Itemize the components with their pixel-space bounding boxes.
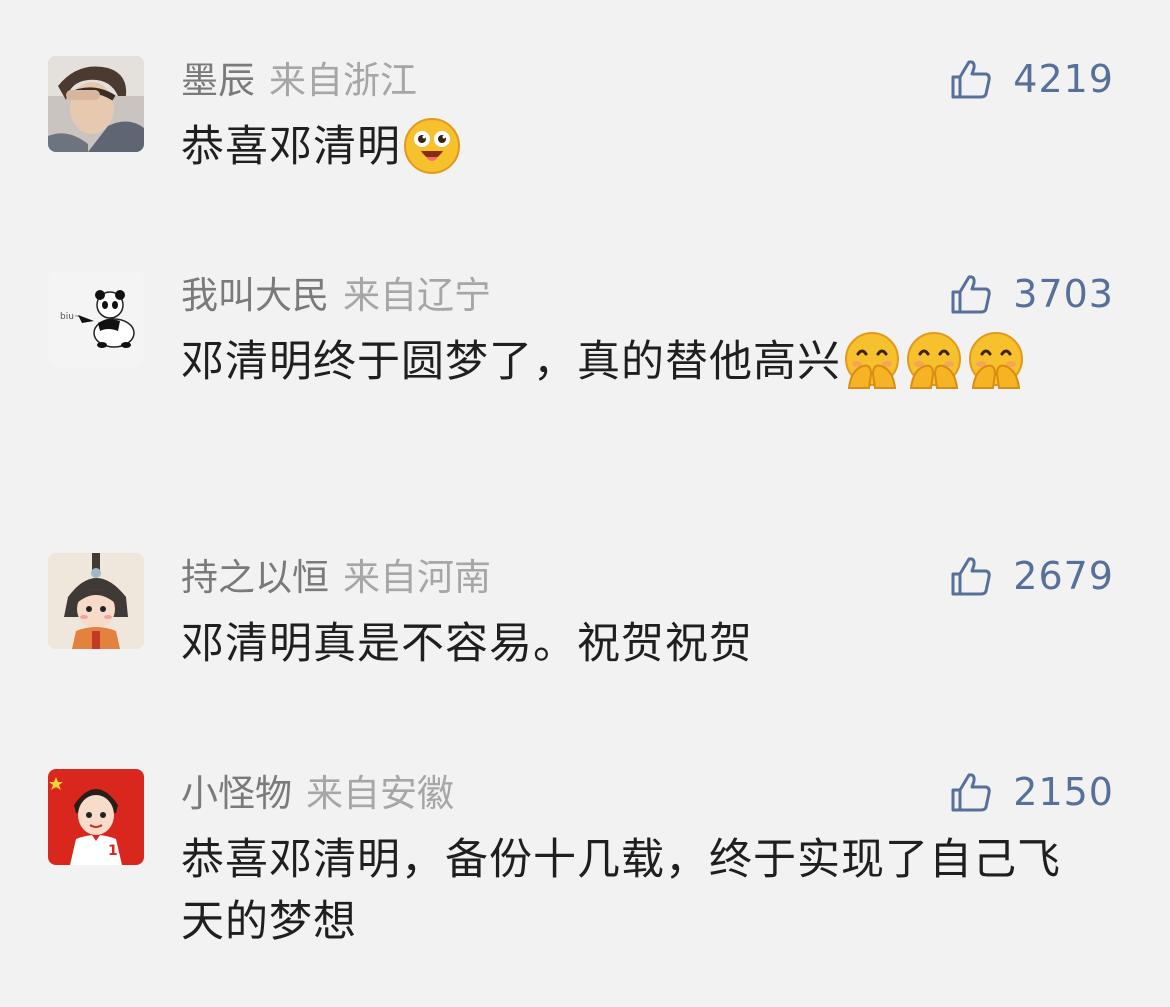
hand-over-mouth-emoji — [841, 330, 903, 392]
like-count: 2679 — [1013, 554, 1114, 598]
panda-avatar-icon: biu~ — [48, 271, 144, 367]
location-label: 来自辽宁 — [343, 274, 491, 317]
comment-meta: 墨辰 来自浙江 — [181, 58, 417, 104]
username[interactable]: 小怪物 — [181, 772, 292, 815]
comment-text-content: 邓清明终于圆梦了，真的替他高兴 — [181, 337, 841, 387]
like-button[interactable]: 2679 — [949, 553, 1114, 599]
comment-meta: 小怪物 来自安徽 — [181, 771, 454, 817]
comment-text-content: 恭喜邓清明，备份十几载，终于实现了自己飞天的梦想 — [181, 835, 1061, 947]
comment-text: 邓清明真是不容易。祝贺祝贺 — [181, 613, 1101, 675]
location-label: 来自河南 — [343, 556, 491, 599]
avatar[interactable]: biu~ — [48, 271, 144, 367]
cartoon-boy-avatar-icon: 100 — [48, 769, 144, 865]
like-button[interactable]: 3703 — [949, 271, 1114, 317]
star-struck-emoji — [401, 115, 463, 177]
comment-text: 邓清明终于圆梦了，真的替他高兴 — [181, 331, 1101, 393]
comment-meta: 我叫大民 来自辽宁 — [181, 273, 491, 319]
comment-text-content: 邓清明真是不容易。祝贺祝贺 — [181, 619, 753, 669]
like-count: 4219 — [1013, 57, 1114, 101]
comment-meta: 持之以恒 来自河南 — [181, 555, 491, 601]
thumbs-up-icon — [951, 557, 991, 596]
comment-text: 恭喜邓清明 — [181, 116, 1101, 178]
like-button[interactable]: 4219 — [949, 56, 1114, 102]
avatar-caption: biu~ — [60, 312, 81, 322]
thumbs-up-icon — [951, 60, 991, 99]
thumbs-up-icon — [951, 275, 991, 314]
avatar[interactable] — [48, 56, 144, 152]
avatar-badge-number: 100 — [108, 843, 137, 859]
username[interactable]: 墨辰 — [181, 59, 255, 102]
avatar-photo-icon — [48, 56, 144, 152]
comment-text-content: 恭喜邓清明 — [181, 122, 401, 172]
username[interactable]: 持之以恒 — [181, 556, 329, 599]
like-button[interactable]: 2150 — [949, 769, 1114, 815]
location-label: 来自浙江 — [269, 59, 417, 102]
hand-over-mouth-emoji — [903, 330, 965, 392]
username[interactable]: 我叫大民 — [181, 274, 329, 317]
hand-over-mouth-emoji — [965, 330, 1027, 392]
comment-list: 墨辰 来自浙江 4219 恭喜邓清明 biu~ 我叫大民 来自辽宁 3703 邓… — [0, 0, 1170, 1007]
like-count: 2150 — [1013, 770, 1114, 814]
avatar[interactable] — [48, 553, 144, 649]
cartoon-girl-avatar-icon — [48, 553, 144, 649]
location-label: 来自安徽 — [306, 772, 454, 815]
avatar[interactable]: 100 — [48, 769, 144, 865]
like-count: 3703 — [1013, 272, 1114, 316]
thumbs-up-icon — [951, 773, 991, 812]
comment-text: 恭喜邓清明，备份十几载，终于实现了自己飞天的梦想 — [181, 829, 1101, 953]
